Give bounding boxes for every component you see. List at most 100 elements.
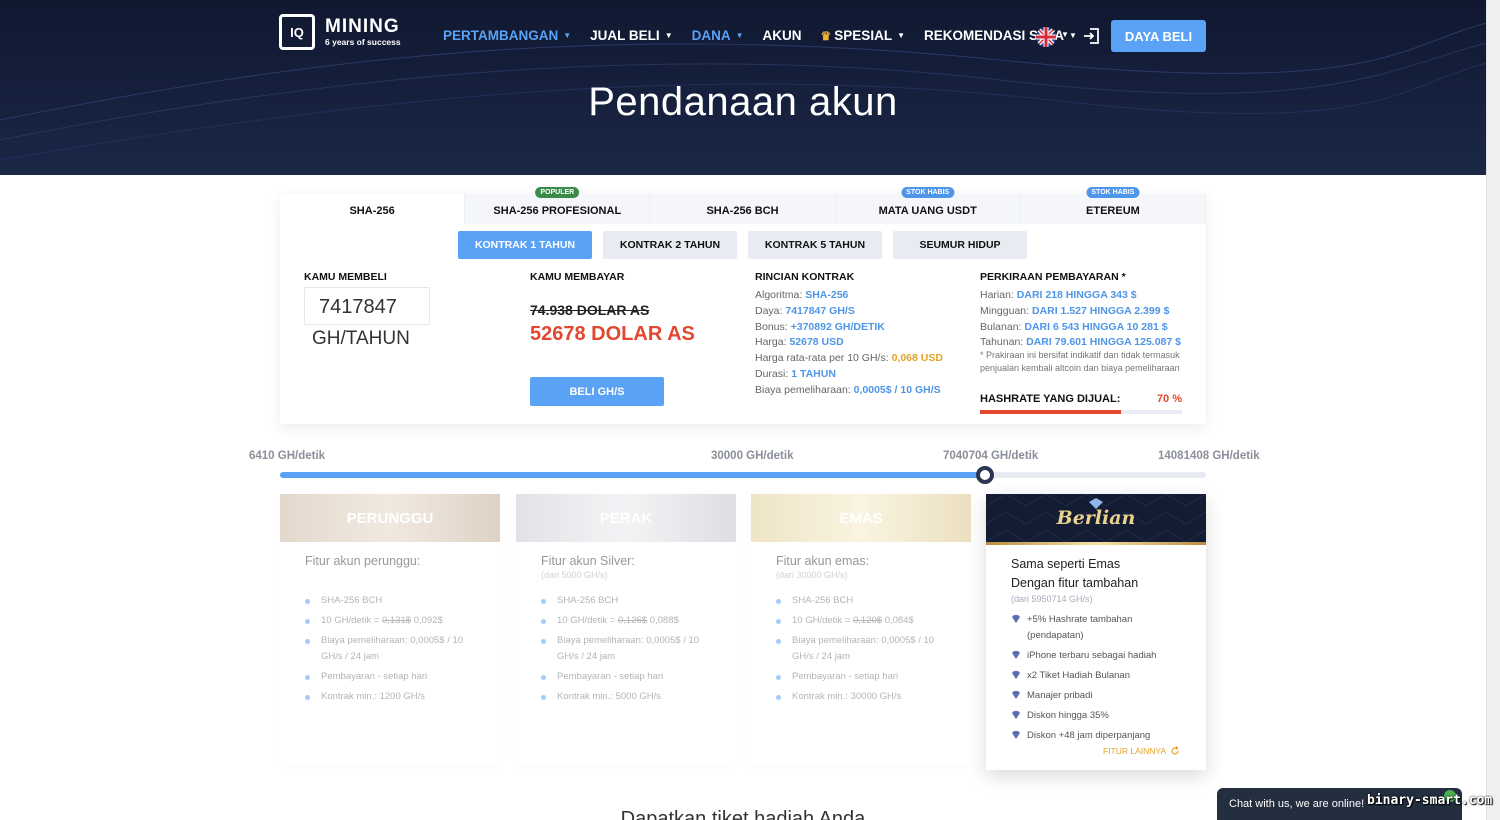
hashrate-sold-bar (980, 410, 1182, 414)
logo-tagline: 6 years of success (325, 37, 401, 47)
payout-title: PERKIRAAN PEMBAYARAN * (980, 271, 1126, 283)
buy-power-button[interactable]: DAYA BELI (1111, 20, 1206, 52)
list-item: Biaya pemeliharaan: 0,0005$ / 10 GH/s / … (776, 633, 946, 665)
plan-title: Fitur akun Silver: (541, 554, 635, 568)
header: IQ MINING 6 years of success PERTAMBANGA… (0, 0, 1500, 175)
detail-row: Daya: 7417847 GH/S (755, 304, 855, 317)
tab-sha-256-profesional[interactable]: POPULER SHA-256 PROFESIONAL (465, 187, 651, 224)
plan-bronze[interactable]: PERUNGGU Fitur akun perunggu: SHA-256 BC… (280, 494, 500, 764)
detail-row: Bonus: +370892 GH/DETIK (755, 320, 885, 333)
out-of-stock-badge: STOK HABIS (1086, 187, 1140, 198)
list-item: Pembayaran - setiap hari (305, 669, 475, 685)
main-nav: PERTAMBANGAN ▼ JUAL BELI ▼ DANA ▼ AKUN ♛ SPE… (443, 28, 1096, 43)
hashrate-sold-percent: 70 % (1156, 393, 1182, 405)
nav-jual-beli[interactable]: JUAL BELI ▼ (590, 28, 672, 43)
contract-tabs: KONTRAK 1 TAHUN KONTRAK 2 TAHUN KONTRAK … (458, 231, 1027, 259)
detail-row: Algoritma: SHA-256 (755, 289, 849, 301)
hashrate-unit: GH/TAHUN (312, 328, 410, 349)
algorithm-tabs: SHA-256 POPULER SHA-256 PROFESIONAL SHA-2… (280, 187, 1207, 224)
tab-contract-lifetime[interactable]: SEUMUR HIDUP (893, 231, 1027, 259)
nav-spesial[interactable]: ♛ SPESIAL ▼ (821, 28, 905, 43)
hashrate-slider-fill (280, 472, 985, 478)
detail-row: Harga: 52678 USD (755, 336, 844, 349)
plan-subtitle (305, 570, 500, 581)
diamond-icon (1012, 711, 1020, 719)
tab-sha-256[interactable]: SHA-256 (280, 194, 466, 224)
plan-silver-header: PERAK (516, 494, 736, 542)
list-item: +5% Hashrate tambahan (pendapatan) (1011, 612, 1176, 644)
out-of-stock-badge: STOK HABIS (901, 187, 955, 198)
slider-label-min: 6410 GH/detik (249, 450, 326, 462)
tab-contract-2-years[interactable]: KONTRAK 2 TAHUN (603, 231, 737, 259)
payout-estimates: Harian: DARI 218 HINGGA 343 $ Mingguan: … (980, 288, 1185, 351)
list-item: SHA-256 BCH (776, 593, 946, 609)
crown-icon: ♛ (820, 28, 832, 43)
detail-row: Harga rata-rata per 10 GH/s: 0,068 USD (755, 352, 943, 365)
gold-divider (986, 542, 1206, 545)
hashrate-slider-handle[interactable] (975, 466, 994, 484)
plan-bronze-header: PERUNGGU (280, 494, 500, 542)
list-item: Diskon hingga 35% (1011, 708, 1176, 724)
tab-contract-5-years[interactable]: KONTRAK 5 TAHUN (748, 231, 882, 259)
list-item: Biaya pemeliharaan: 0,0005$ / 10 GH/s / … (305, 633, 475, 665)
language-caret-icon[interactable]: ▼ (1061, 30, 1069, 39)
caret-down-icon: ▼ (664, 31, 673, 40)
list-item: 10 GH/detik = 0,131$ 0,092$ (305, 613, 475, 629)
hashrate-slider-track[interactable] (280, 472, 1206, 478)
list-item: Pembayaran - setiap hari (776, 669, 946, 685)
tab-sha-256-bch[interactable]: SHA-256 BCH (650, 194, 836, 224)
list-item: iPhone terbaru sebagai hadiah (1011, 648, 1176, 664)
chip-logo-icon: IQ (279, 14, 315, 50)
tab-contract-1-year[interactable]: KONTRAK 1 TAHUN (458, 231, 592, 259)
caret-down-icon: ▼ (563, 31, 572, 40)
list-item: Manajer pribadi (1011, 688, 1176, 704)
contract-details: Algoritma: SHA-256 Daya: 7417847 GH/S Bo… (755, 288, 943, 399)
diamond-icon (1012, 651, 1020, 659)
diamond-icon (1012, 671, 1020, 679)
scrollbar[interactable] (1486, 0, 1500, 820)
plan-gold[interactable]: EMAS Fitur akun emas: (dari 30000 GH/s) … (751, 494, 971, 764)
popular-badge: POPULER (535, 187, 580, 198)
tab-usdt[interactable]: STOK HABIS MATA UANG USDT (835, 187, 1021, 224)
old-price: 74.938 DOLAR AS (530, 302, 650, 318)
hashrate-sold: HASHRATE YANG DIJUAL: 70 % (980, 393, 1182, 405)
hashrate-input[interactable]: 7417847 (304, 287, 430, 325)
list-item: Kontrak min.: 30000 GH/s (776, 689, 946, 705)
tab-ethereum[interactable]: STOK HABIS ETEREUM (1020, 187, 1207, 224)
payout-row: Bulanan: DARI 6 543 HINGGA 10 281 $ (980, 320, 1168, 333)
list-item: SHA-256 BCH (305, 593, 475, 609)
diamond-icon (1012, 615, 1020, 623)
detail-row: Biaya pemeliharaan: 0,0005$ / 10 GH/S (755, 383, 941, 396)
plan-diamond[interactable]: Berlian Sama seperti Emas Dengan fitur ta… (986, 494, 1206, 770)
pay-title: KAMU MEMBAYAR (530, 271, 625, 283)
caret-down-icon: ▼ (1069, 31, 1077, 40)
nav-pertambangan[interactable]: PERTAMBANGAN ▼ (443, 28, 571, 43)
plan-subtitle: (dari 30000 GH/s) (776, 570, 848, 580)
new-price: 52678 DOLAR AS (530, 323, 695, 345)
refresh-icon (1171, 746, 1179, 755)
nav-dana[interactable]: DANA ▼ (692, 28, 744, 43)
plan-title: Fitur akun perunggu: (305, 554, 421, 568)
list-item: 10 GH/detik = 0,120$ 0,084$ (776, 613, 946, 629)
logo[interactable]: IQ MINING 6 years of success (279, 14, 401, 50)
list-item: SHA-256 BCH (541, 593, 711, 609)
hashrate-sold-fill (980, 410, 1122, 414)
payout-note: * Prakiraan ini bersifat indikatif dan t… (980, 350, 1180, 373)
list-item: x2 Tiket Hadiah Bulanan (1011, 668, 1176, 684)
plan-title: Fitur akun emas: (776, 554, 870, 568)
plan-features: SHA-256 BCH 10 GH/detik = 0,126$ 0,088$ … (541, 593, 736, 705)
more-features-link[interactable]: FITUR LAINNYA (1103, 746, 1180, 756)
watermark: binary-smart.com (1367, 793, 1493, 808)
plan-gold-header: EMAS (751, 494, 971, 542)
nav-akun[interactable]: AKUN (763, 28, 802, 43)
payout-row: Mingguan: DARI 1.527 HINGGA 2.399 $ (980, 304, 1170, 317)
list-item: Biaya pemeliharaan: 0,0005$ / 10 GH/s / … (541, 633, 711, 665)
plan-features: SHA-256 BCH 10 GH/detik = 0,120$ 0,084$ … (776, 593, 971, 705)
caret-down-icon: ▼ (897, 31, 905, 40)
buy-ghs-button[interactable]: BELI GH/S (530, 377, 664, 406)
plan-diamond-name: Berlian (1056, 507, 1136, 529)
logout-icon[interactable] (1082, 26, 1102, 46)
uk-flag-icon[interactable] (1036, 27, 1056, 47)
plan-features: SHA-256 BCH 10 GH/detik = 0,131$ 0,092$ … (305, 593, 500, 705)
plan-silver[interactable]: PERAK Fitur akun Silver: (dari 5000 GH/s… (516, 494, 736, 764)
